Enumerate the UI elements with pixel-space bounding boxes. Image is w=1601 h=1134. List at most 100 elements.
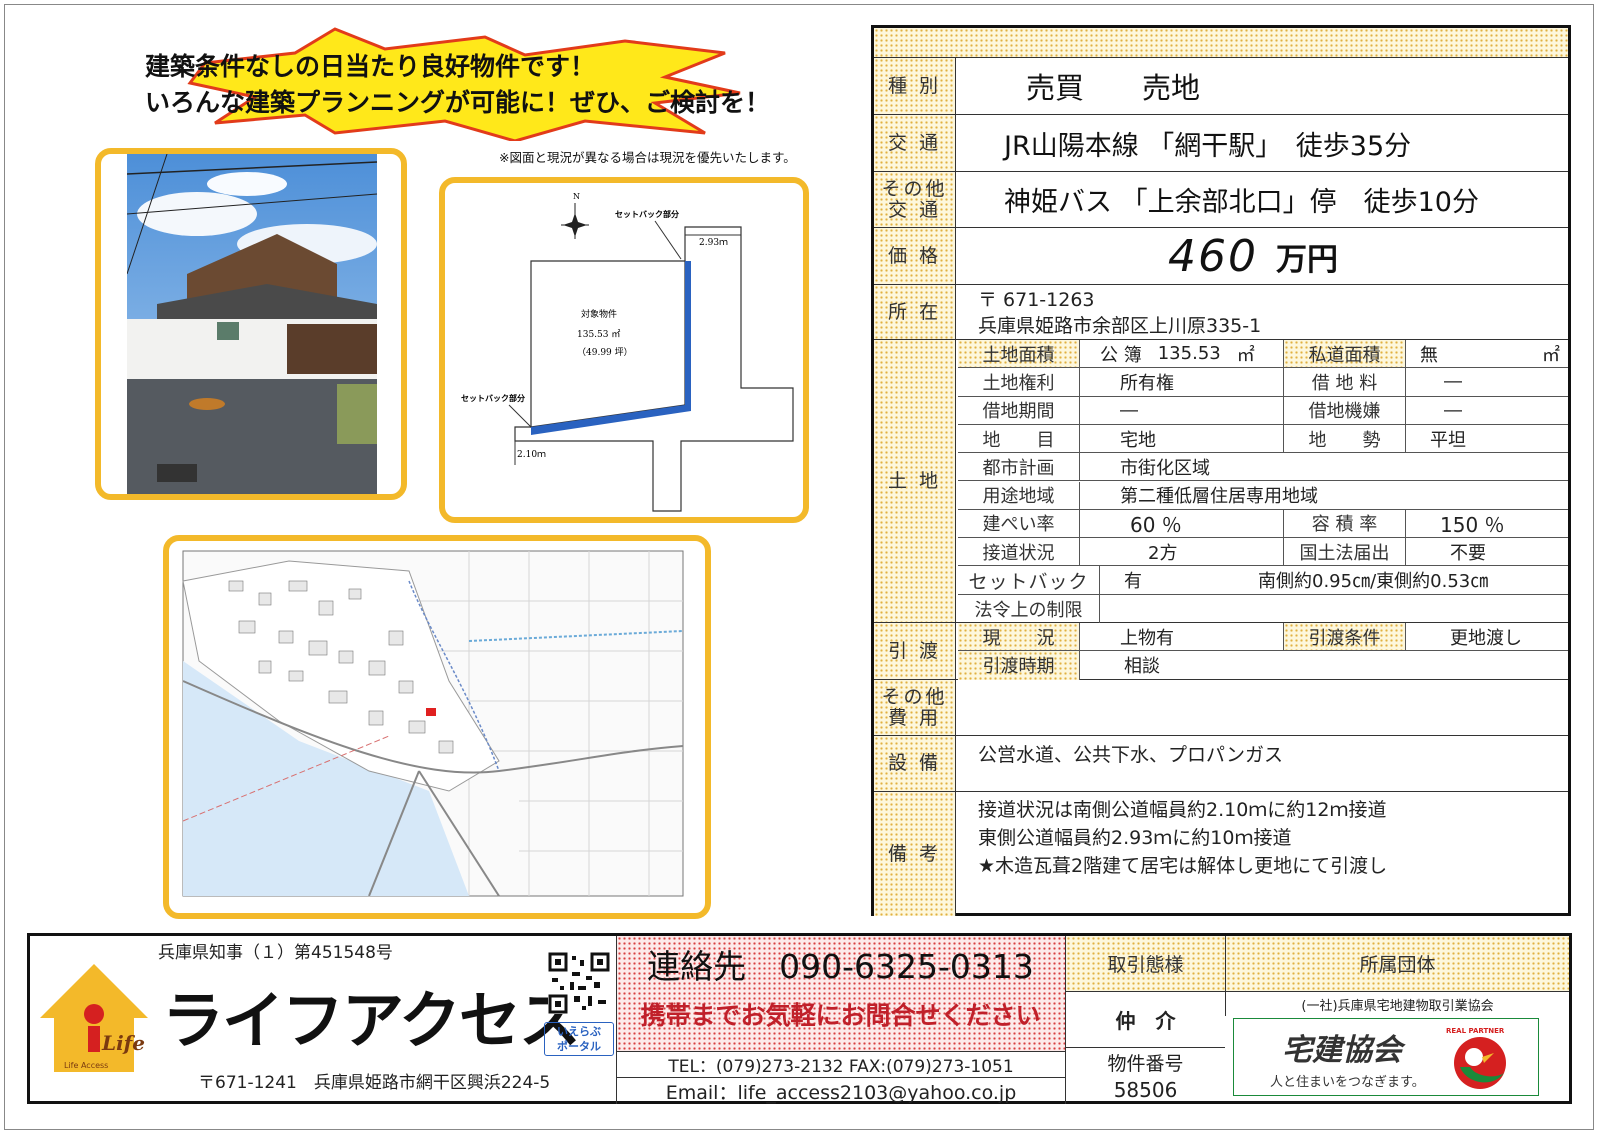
label-access-other: その他 交 通 [874,172,956,227]
value-access-other: 神姫バス 「上余部北口」停 徒歩10分 [1004,187,1479,218]
tel-fax: TEL：(079)273-2132 FAX:(079)273-1051 [616,1051,1065,1077]
org-logo-text: 宅建協会 [1282,1033,1402,1068]
status-label: 現 況 [958,623,1080,651]
land-row-lease: 借地期間 ― 借地機嫌 ― [958,396,1568,425]
property-number-label: 物件番号 [1065,1048,1225,1076]
label-facilities: 設 備 [874,736,956,791]
land-area-type: 公 簿 [1100,344,1142,366]
setback-label-top: セットバック部分 [615,209,679,219]
land-area-number: 135.53 [1157,343,1221,365]
disclaimer-note: ※図面と現況が異なる場合は現況を優先いたします。 [499,150,796,165]
real-partner-badge: REAL PARTNER [1446,1027,1505,1035]
city-plan-value: 市街化区域 [1120,457,1210,479]
contact-phone[interactable]: 連絡先 090-6325-0313 [616,940,1065,988]
property-photo [127,154,378,494]
handover-row-status: 現 況 上物有 引渡条件 更地渡し [958,623,1568,652]
flyer-page: 建築条件なしの日当たり良好物件です！ いろんな建築プランニングが可能に！ぜひ、ご… [4,4,1594,1130]
plot-plan-drawing: N セットバック部分 セットバック部分 2.93ｍ 2.10ｍ 対象物件 135… [461,192,794,512]
lease-end-label: 借地機嫌 [1284,396,1406,424]
setback-label-bottom: セットバック部分 [461,393,525,403]
terrain-label: 地 勢 [1284,424,1406,453]
zoning-label: 用途地域 [958,481,1080,509]
land-row-setback: セットバック 有 南側約0.95㎝/東側約0.53㎝ [958,566,1568,595]
terrain-value: 平坦 [1430,429,1466,451]
row-access-other: その他 交 通 神姫バス 「上余部北口」停 徒歩10分 [874,172,1568,228]
value-other-cost [958,680,1568,735]
remarks-line-2: 東側公道幅員約2.93ｍに約10ｍ接道 [978,827,1292,849]
headline-line-1: 建築条件なしの日当たり良好物件です！ [145,52,596,81]
land-row-zoning: 用途地域 第二種低層住居専用地域 [958,481,1568,510]
setback-label: セットバック [958,566,1100,594]
legal-value [1100,595,1568,623]
address-line: 兵庫県姫路市余部区上川原335-1 [978,315,1262,337]
row-price: 価 格 460 万円 [874,228,1568,285]
handover-row-time: 引渡時期 相談 [958,651,1568,680]
setback-flag: 有 [1124,571,1142,593]
org-logo-box: 宅建協会 人と住まいをつなぎます。 REAL PARTNER [1233,1018,1539,1096]
lease-period-value: ― [1080,396,1284,424]
license-number: 兵庫県知事（１）第451548号 [158,943,393,963]
row-handover: 引 渡 現 況 上物有 引渡条件 更地渡し 引渡時期 相談 [874,623,1568,680]
bcr-value: 60 ％ [1080,509,1284,538]
far-label: 容 積 率 [1284,509,1406,538]
headline: 建築条件なしの日当たり良好物件です！ いろんな建築プランニングが可能に！ぜひ、ご… [145,49,770,121]
private-road-label: 私道面積 [1284,340,1406,368]
cond-value: 更地渡し [1450,627,1522,649]
spec-table: 種 別 売買 売地 交 通 JR山陽本線 「網干駅」 徒歩35分 その他 交 通… [871,25,1571,916]
land-row-city-plan: 都市計画 市街化区域 [958,453,1568,482]
svg-text:N: N [573,192,580,201]
email-address[interactable]: Email：life_access2103@yahoo.co.jp [616,1077,1065,1104]
value-access: JR山陽本線 「網干駅」 徒歩35分 [1004,130,1412,162]
land-category-label: 地 目 [958,424,1080,453]
land-rent-label: 借 地 料 [1284,368,1406,396]
company-address: 〒671-1241 兵庫県姫路市網干区興浜224-5 [198,1073,551,1093]
land-row-right: 土地権利 所有権 借 地 料 ― [958,368,1568,397]
label-remarks: 備 考 [874,792,956,916]
house-logo-icon: Life Life Access [40,964,148,1072]
address-zip: 〒 671-1263 [978,289,1095,311]
portal-badge[interactable]: いえらぶ ポータル [544,1022,614,1056]
property-number: 58506 [1065,1076,1225,1104]
row-address: 所 在 〒 671-1263 兵庫県姫路市余部区上川原335-1 [874,285,1568,340]
logo-subtext: Life Access [64,1061,108,1070]
area-sqm: 135.53 ㎡ [577,329,620,340]
org-name: (一社)兵庫県宅地建物取引業協会 [1225,992,1569,1016]
remarks-line-3: ★木造瓦葺2階建て居宅は解体し更地にて引渡し [978,855,1388,877]
row-access: 交 通 JR山陽本線 「網干駅」 徒歩35分 [874,115,1568,172]
price-number: 460 [1168,230,1258,282]
land-area-label: 土地面積 [958,340,1080,368]
lease-period-label: 借地期間 [958,396,1080,424]
land-row-road: 接道状況 2方 国土法届出 不要 [958,538,1568,567]
org-tagline: 人と住まいをつなぎます。 [1270,1075,1425,1090]
land-row-category: 地 目 宅地 地 勢 平坦 [958,424,1568,454]
land-right-label: 土地権利 [958,368,1080,396]
label-price: 価 格 [874,228,956,284]
area-tsubo: （49.99 坪） [577,347,633,358]
legal-label: 法令上の制限 [958,594,1100,623]
logo-text: Life [101,1031,145,1055]
value-price: 460 万円 [958,228,1568,284]
road-label: 接道状況 [958,538,1080,566]
dim-east: 2.93ｍ [699,238,728,248]
land-category-value: 宅地 [1080,424,1284,453]
land-row-ratio: 建ぺい率 60 ％ 容 積 率 150 ％ [958,509,1568,539]
company-name: ライフアクセス [162,984,581,1057]
road-value: 2方 [1080,538,1284,566]
lease-end-value: ― [1444,399,1462,421]
org-label: 所属団体 [1225,936,1569,992]
private-road-unit: ㎡ [1542,344,1560,366]
area-map-frame [163,535,711,919]
qr-code-icon [548,952,610,1014]
notify-label: 国土法届出 [1284,538,1406,566]
label-handover: 引 渡 [874,623,956,679]
remarks-line-1: 接道状況は南側公道幅員約2.10ｍに約12ｍ接道 [978,799,1387,821]
row-facilities: 設 備 公営水道、公共下水、プロパンガス [874,736,1568,792]
plot-plan-frame: N セットバック部分 セットバック部分 2.93ｍ 2.10ｍ 対象物件 135… [439,177,809,523]
setback-detail: 南側約0.95㎝/東側約0.53㎝ [1258,571,1489,593]
private-road-number: 無 [1420,344,1438,366]
label-other-cost: その他 費 用 [874,680,956,735]
contact-message: 携帯までお気軽にお問合せください [640,1001,1041,1030]
deal-type-value: 仲 介 [1065,992,1225,1048]
status-value: 上物有 [1080,623,1284,651]
dim-south: 2.10ｍ [517,450,546,460]
